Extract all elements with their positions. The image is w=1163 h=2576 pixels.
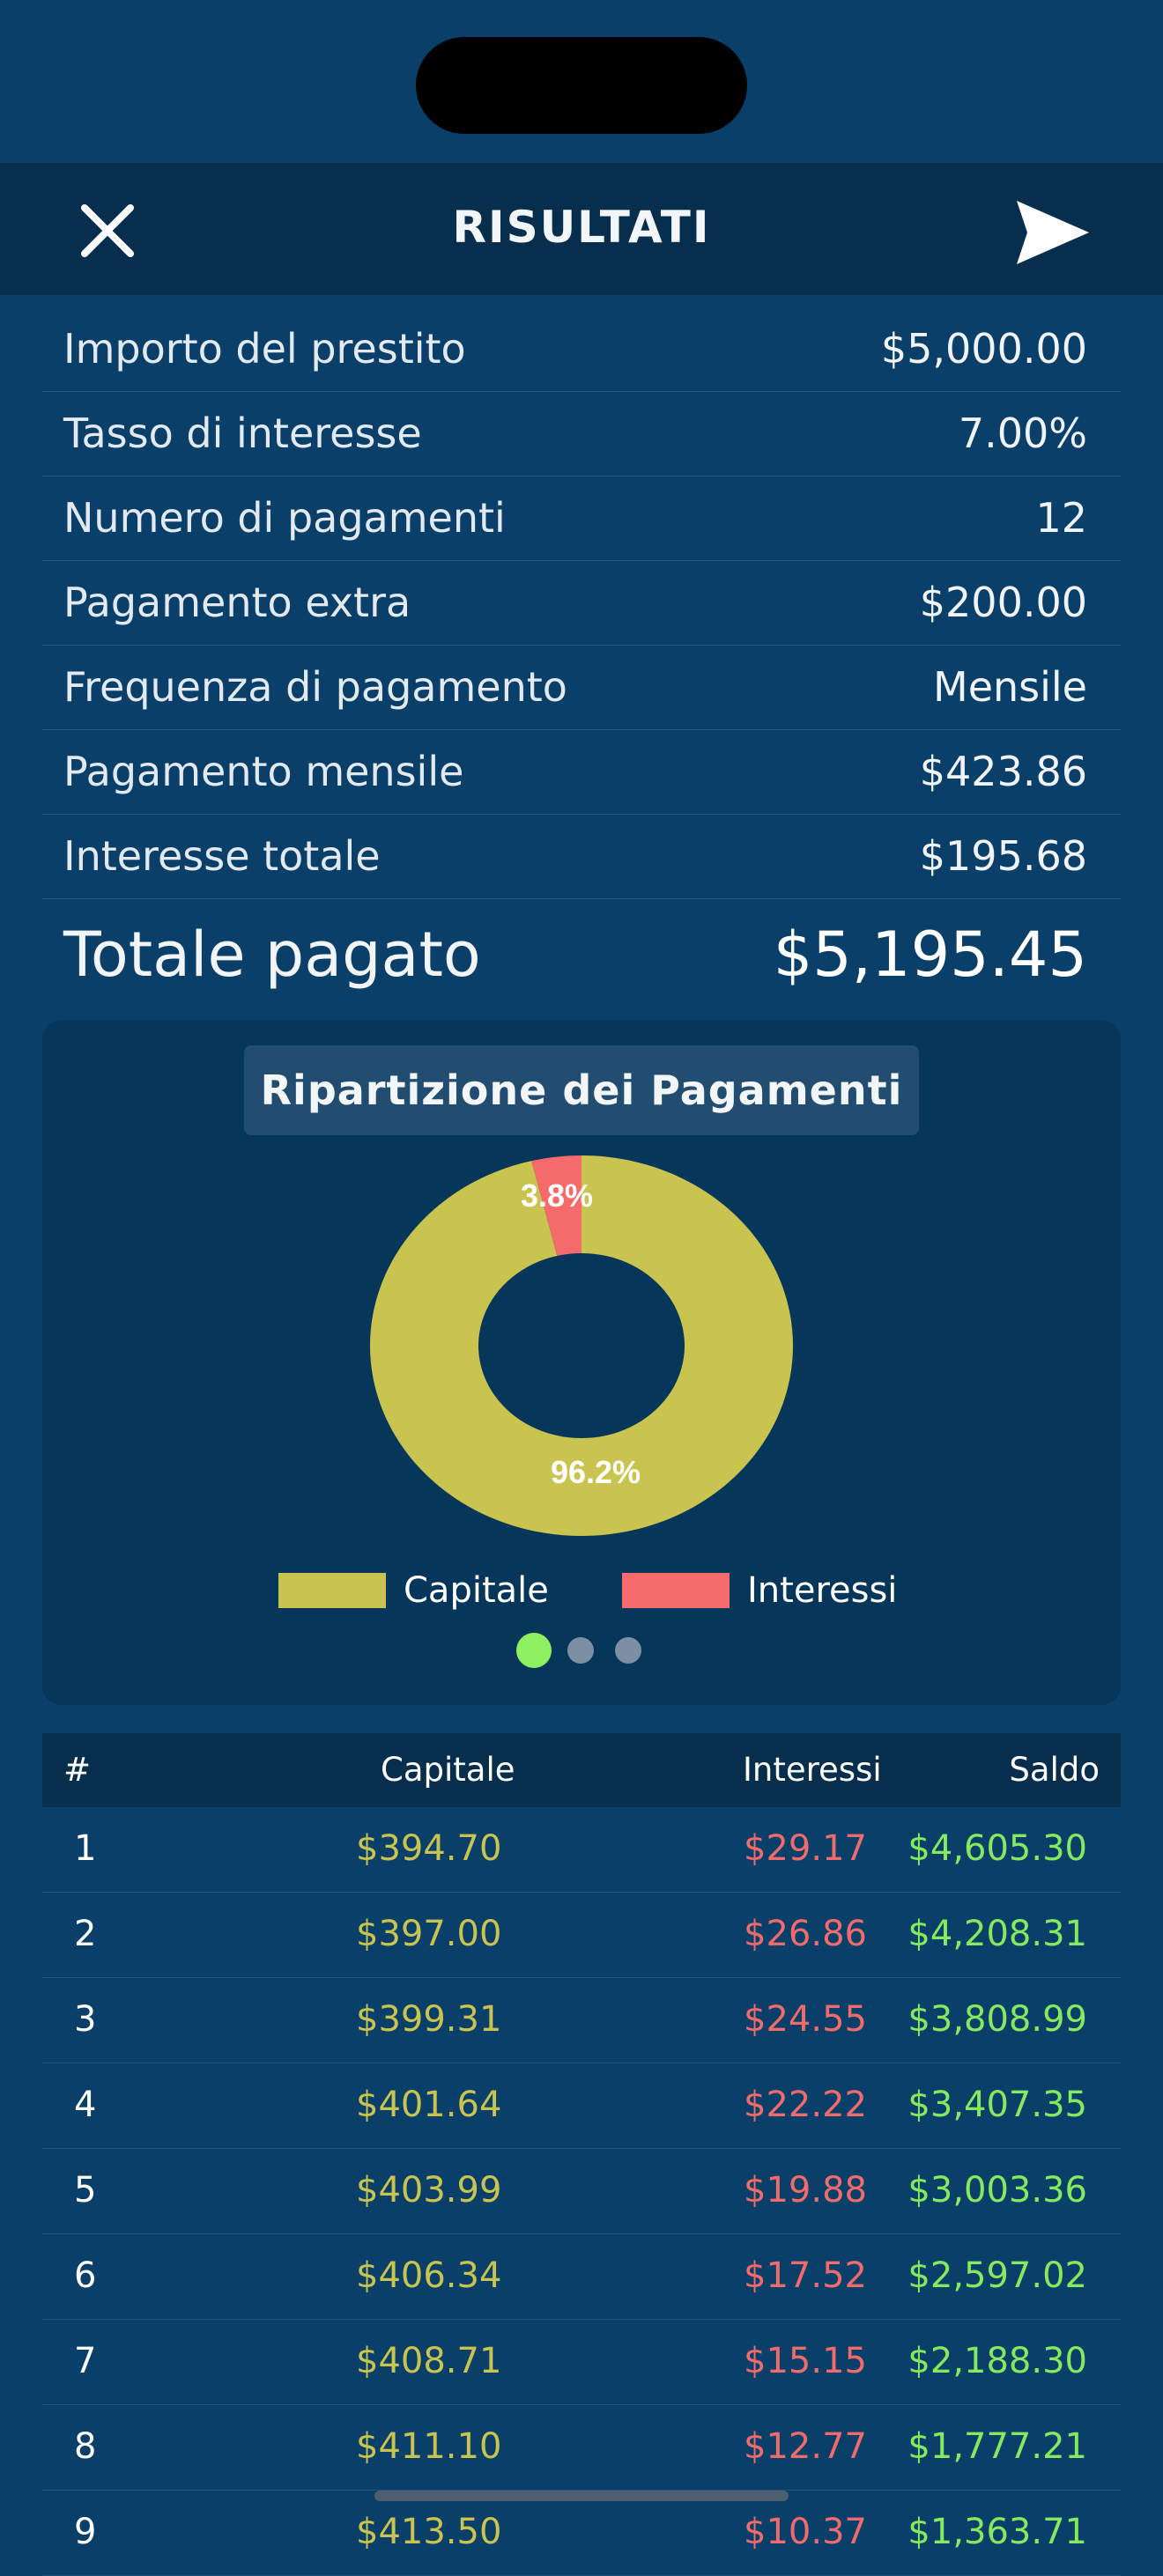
cell-balance: $1,777.21	[907, 2426, 1087, 2467]
table-row[interactable]: 7 $408.71 $15.15 $2,188.30	[42, 2320, 1121, 2405]
cell-capital: $399.31	[356, 1999, 502, 2040]
cell-interest: $24.55	[744, 1999, 867, 2040]
cell-capital: $406.34	[356, 2255, 502, 2296]
cell-balance: $3,003.36	[907, 2170, 1087, 2211]
cell-capital: $397.00	[356, 1914, 502, 1954]
summary-label: Numero di pagamenti	[63, 494, 506, 542]
summary-label: Interesse totale	[63, 832, 381, 880]
column-header-number: #	[63, 1751, 92, 1789]
summary-value: 12	[1035, 494, 1087, 542]
page-dot[interactable]	[567, 1637, 594, 1664]
page-title: RISULTATI	[452, 202, 711, 253]
total-paid-label: Totale pagato	[63, 919, 481, 991]
column-header-capital: Capitale	[381, 1751, 515, 1789]
cell-number: 4	[74, 2085, 97, 2125]
cell-capital: $401.64	[356, 2085, 502, 2125]
cell-number: 1	[74, 1828, 97, 1869]
summary-value: $195.68	[919, 832, 1087, 880]
cell-capital: $394.70	[356, 1828, 502, 1869]
dynamic-island	[416, 37, 747, 134]
column-header-balance: Saldo	[1009, 1751, 1100, 1789]
table-row[interactable]: 5 $403.99 $19.88 $3,003.36	[42, 2149, 1121, 2234]
cell-capital: $408.71	[356, 2341, 502, 2381]
amortization-table: # Capitale Interessi Saldo 1 $394.70 $29.1…	[42, 1733, 1121, 2576]
donut-chart: 96.2% 3.8%	[368, 1152, 795, 1539]
summary-label: Frequenza di pagamento	[63, 663, 567, 711]
cell-balance: $3,808.99	[907, 1999, 1087, 2040]
table-row[interactable]: 2 $397.00 $26.86 $4,208.31	[42, 1893, 1121, 1978]
navigation-bar: RISULTATI	[0, 163, 1163, 295]
summary-label: Pagamento extra	[63, 579, 411, 626]
cell-number: 5	[74, 2170, 97, 2211]
cell-number: 6	[74, 2255, 97, 2296]
table-row[interactable]: 3 $399.31 $24.55 $3,808.99	[42, 1978, 1121, 2063]
table-row[interactable]: 9 $413.50 $10.37 $1,363.71	[42, 2491, 1121, 2576]
send-button[interactable]	[1013, 196, 1093, 269]
cell-interest: $15.15	[744, 2341, 867, 2381]
summary-label: Pagamento mensile	[63, 748, 464, 795]
summary-row: Pagamento extra $200.00	[42, 561, 1121, 646]
cell-number: 9	[74, 2512, 97, 2552]
cell-number: 2	[74, 1914, 97, 1954]
table-row[interactable]: 8 $411.10 $12.77 $1,777.21	[42, 2405, 1121, 2491]
close-button[interactable]	[70, 194, 144, 268]
cell-interest: $17.52	[744, 2255, 867, 2296]
cell-capital: $411.10	[356, 2426, 502, 2467]
cell-interest: $29.17	[744, 1828, 867, 1869]
cell-interest: $12.77	[744, 2426, 867, 2467]
cell-interest: $26.86	[744, 1914, 867, 1954]
cell-number: 7	[74, 2341, 97, 2381]
summary-row: Pagamento mensile $423.86	[42, 730, 1121, 815]
summary-value: $423.86	[919, 748, 1087, 795]
page-dot[interactable]	[516, 1633, 552, 1668]
summary-value: $5,000.00	[880, 325, 1087, 373]
total-paid-value: $5,195.45	[773, 919, 1087, 991]
cell-balance: $2,188.30	[907, 2341, 1087, 2381]
summary-row: Numero di pagamenti 12	[42, 476, 1121, 561]
cell-balance: $2,597.02	[907, 2255, 1087, 2296]
table-row[interactable]: 4 $401.64 $22.22 $3,407.35	[42, 2063, 1121, 2149]
summary-row: Tasso di interesse 7.00%	[42, 392, 1121, 476]
cell-interest: $10.37	[744, 2512, 867, 2552]
summary-label: Importo del prestito	[63, 325, 466, 373]
cell-balance: $4,208.31	[907, 1914, 1087, 1954]
donut-label-interest: 3.8%	[521, 1177, 593, 1214]
cell-interest: $19.88	[744, 2170, 867, 2211]
payment-breakdown-card: Ripartizione dei Pagamenti 96.2% 3.8% Cap…	[42, 1020, 1121, 1705]
summary-value: Mensile	[933, 663, 1087, 711]
total-paid-row: Totale pagato $5,195.45	[42, 899, 1121, 996]
table-header: # Capitale Interessi Saldo	[42, 1733, 1121, 1807]
status-bar	[0, 0, 1163, 163]
table-row[interactable]: 6 $406.34 $17.52 $2,597.02	[42, 2234, 1121, 2320]
chart-title: Ripartizione dei Pagamenti	[244, 1045, 919, 1135]
summary-row: Importo del prestito $5,000.00	[42, 307, 1121, 392]
cell-capital: $413.50	[356, 2512, 502, 2552]
send-icon	[1017, 201, 1089, 264]
summary-row: Interesse totale $195.68	[42, 815, 1121, 899]
cell-balance: $4,605.30	[907, 1828, 1087, 1869]
legend-swatch-capital	[278, 1573, 386, 1608]
table-row[interactable]: 1 $394.70 $29.17 $4,605.30	[42, 1807, 1121, 1893]
close-icon	[81, 204, 134, 257]
cell-balance: $3,407.35	[907, 2085, 1087, 2125]
summary-value: 7.00%	[958, 410, 1087, 457]
summary-label: Tasso di interesse	[63, 410, 422, 457]
column-header-interest: Interessi	[743, 1751, 882, 1789]
summary-row: Frequenza di pagamento Mensile	[42, 646, 1121, 730]
cell-number: 8	[74, 2426, 97, 2467]
cell-capital: $403.99	[356, 2170, 502, 2211]
table-body: 1 $394.70 $29.17 $4,605.30 2 $397.00 $26.86 $4,…	[42, 1807, 1121, 2576]
cell-balance: $1,363.71	[907, 2512, 1087, 2552]
summary-value: $200.00	[919, 579, 1087, 626]
legend-label-capital: Capitale	[404, 1570, 549, 1611]
cell-interest: $22.22	[744, 2085, 867, 2125]
summary-list: Importo del prestito $5,000.00 Tasso di in…	[42, 307, 1121, 996]
cell-number: 3	[74, 1999, 97, 2040]
legend-swatch-interest	[622, 1573, 730, 1608]
legend-label-interest: Interessi	[747, 1570, 898, 1611]
home-indicator[interactable]	[374, 2491, 789, 2501]
donut-label-capital: 96.2%	[551, 1454, 641, 1490]
page-dot[interactable]	[615, 1637, 641, 1664]
